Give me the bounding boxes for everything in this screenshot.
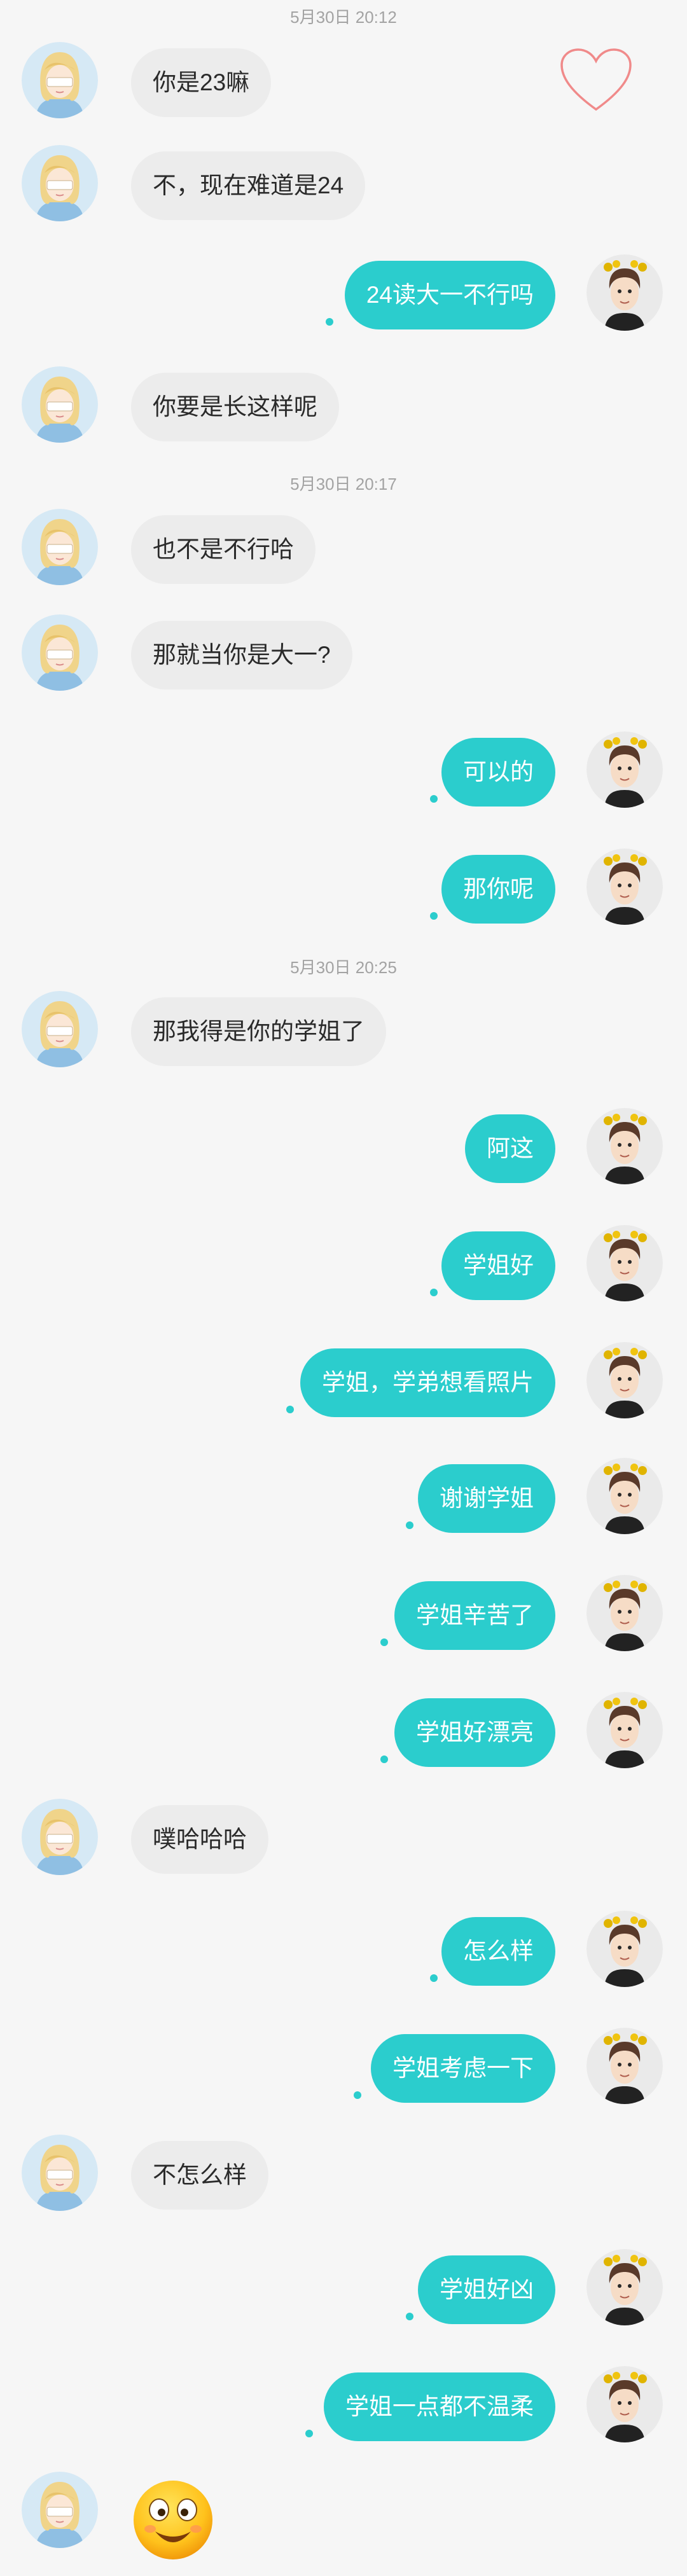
message-bubble-sent[interactable]: 学姐考虑一下 <box>371 2034 555 2103</box>
user-avatar[interactable] <box>586 1575 663 1651</box>
message-bubble-sent[interactable]: 学姐辛苦了 <box>394 1581 555 1650</box>
sent-status-dot <box>380 1638 388 1646</box>
message-bubble-sent[interactable]: 学姐好漂亮 <box>394 1698 555 1767</box>
sent-status-dot <box>430 1974 438 1982</box>
user-avatar[interactable] <box>586 731 663 808</box>
user-avatar[interactable] <box>586 254 663 331</box>
smiling-emoji-icon[interactable] <box>131 2478 215 2562</box>
sent-status-dot <box>406 1521 413 1529</box>
contact-avatar[interactable] <box>22 2472 98 2548</box>
contact-avatar[interactable] <box>22 145 98 221</box>
message-bubble-sent[interactable]: 学姐好凶 <box>418 2255 555 2324</box>
user-avatar[interactable] <box>586 1342 663 1418</box>
sent-status-dot <box>354 2091 361 2099</box>
chat-area[interactable]: 5月30日 20:12 你是23嘛 不，现在难道是24 24读大一不行吗 你要是… <box>0 0 687 2576</box>
contact-avatar[interactable] <box>22 509 98 585</box>
message-bubble-received[interactable]: 也不是不行哈 <box>131 515 316 584</box>
user-avatar[interactable] <box>586 1108 663 1184</box>
contact-avatar[interactable] <box>22 42 98 118</box>
sent-status-dot <box>430 795 438 803</box>
sent-status-dot <box>430 1289 438 1296</box>
sent-status-dot <box>286 1406 294 1413</box>
message-bubble-received[interactable]: 你是23嘛 <box>131 48 272 117</box>
user-avatar[interactable] <box>586 1458 663 1534</box>
contact-avatar[interactable] <box>22 366 98 443</box>
contact-avatar[interactable] <box>22 1799 98 1875</box>
message-bubble-sent[interactable]: 谢谢学姐 <box>418 1464 555 1533</box>
sent-status-dot <box>406 2313 413 2320</box>
message-bubble-received[interactable]: 噗哈哈哈 <box>131 1805 268 1874</box>
message-bubble-received[interactable]: 不，现在难道是24 <box>131 151 366 220</box>
sent-status-dot <box>380 1755 388 1763</box>
contact-avatar[interactable] <box>22 614 98 691</box>
sent-status-dot <box>326 318 333 326</box>
message-bubble-received[interactable]: 那我得是你的学姐了 <box>131 997 386 1066</box>
message-bubble-sent[interactable]: 学姐，学弟想看照片 <box>300 1348 555 1417</box>
user-avatar[interactable] <box>586 2028 663 2104</box>
message-bubble-sent[interactable]: 24读大一不行吗 <box>344 261 555 329</box>
heart-outline-icon[interactable] <box>559 47 634 113</box>
user-avatar[interactable] <box>586 1911 663 1987</box>
user-avatar[interactable] <box>586 1225 663 1301</box>
contact-avatar[interactable] <box>22 991 98 1067</box>
sent-status-dot <box>430 912 438 920</box>
sent-status-dot <box>305 2430 313 2437</box>
message-bubble-sent[interactable]: 学姐好 <box>441 1231 555 1300</box>
timestamp: 5月30日 20:25 <box>290 958 397 977</box>
message-bubble-received[interactable]: 你要是长这样呢 <box>131 373 339 441</box>
message-bubble-received[interactable]: 不怎么样 <box>131 2141 268 2210</box>
message-bubble-sent[interactable]: 怎么样 <box>441 1917 555 1986</box>
message-bubble-sent[interactable]: 阿这 <box>465 1114 555 1183</box>
user-avatar[interactable] <box>586 2249 663 2325</box>
user-avatar[interactable] <box>586 1692 663 1768</box>
user-avatar[interactable] <box>586 848 663 925</box>
message-bubble-sent[interactable]: 那你呢 <box>441 855 555 924</box>
user-avatar[interactable] <box>586 2366 663 2442</box>
message-bubble-sent[interactable]: 可以的 <box>441 738 555 807</box>
timestamp: 5月30日 20:12 <box>290 8 397 27</box>
message-bubble-received[interactable]: 那就当你是大一? <box>131 621 352 689</box>
contact-avatar[interactable] <box>22 2135 98 2211</box>
message-bubble-sent[interactable]: 学姐一点都不温柔 <box>324 2372 555 2441</box>
timestamp: 5月30日 20:17 <box>290 474 397 494</box>
